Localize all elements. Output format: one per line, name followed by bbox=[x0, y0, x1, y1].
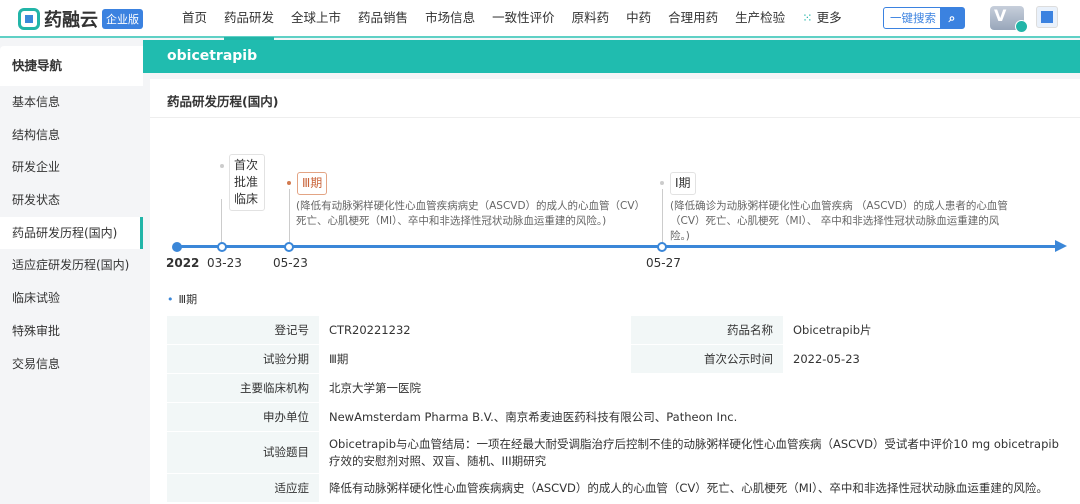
nav-sales[interactable]: 药品销售 bbox=[358, 0, 408, 38]
connector bbox=[289, 189, 290, 244]
sidebar-item-companies[interactable]: 研发企业 bbox=[0, 151, 143, 184]
vip-icon[interactable]: V bbox=[990, 6, 1024, 30]
table-row: 试验题目Obicetrapib与心血管结局：一项在经最大耐受调脂治疗后控制不佳的… bbox=[167, 432, 1080, 473]
sidebar-title: 快捷导航 bbox=[0, 46, 143, 86]
divider bbox=[150, 117, 1080, 118]
event-date: 05-23 bbox=[273, 256, 308, 270]
grid-icon: ⁙ bbox=[802, 10, 816, 25]
connector bbox=[221, 199, 222, 244]
sidebar-item-deals[interactable]: 交易信息 bbox=[0, 348, 143, 381]
arrow-icon bbox=[1055, 240, 1067, 252]
nav-global[interactable]: 全球上市 bbox=[291, 0, 341, 38]
sidebar-item-structure[interactable]: 结构信息 bbox=[0, 119, 143, 152]
section-title: 药品研发历程(国内) bbox=[167, 91, 278, 110]
table-row: 试验分期Ⅲ期 首次公示时间2022-05-23 bbox=[167, 345, 1080, 373]
timeline-dot[interactable] bbox=[284, 242, 294, 252]
nav-rational[interactable]: 合理用药 bbox=[668, 0, 718, 38]
drug-banner: obicetrapib bbox=[143, 40, 1080, 73]
sidebar-item-rd-history[interactable]: 药品研发历程(国内) bbox=[0, 217, 143, 250]
manual-icon[interactable] bbox=[1036, 6, 1058, 28]
sidebar-item-trials[interactable]: 临床试验 bbox=[0, 282, 143, 315]
event-label: Ⅲ期 bbox=[297, 172, 327, 195]
event-date: 05-27 bbox=[646, 256, 681, 270]
nav-consistency[interactable]: 一致性评价 bbox=[492, 0, 555, 38]
nav-home[interactable]: 首页 bbox=[182, 0, 207, 38]
sidebar-item-status[interactable]: 研发状态 bbox=[0, 184, 143, 217]
event-desc: (降低确诊为动脉粥样硬化性心血管疾病 （ASCVD）的成人患者的心血管（CV）死… bbox=[670, 199, 1015, 244]
edition-badge: 企业版 bbox=[102, 9, 143, 29]
bullet bbox=[220, 164, 224, 168]
event-label: Ⅰ期 bbox=[670, 172, 696, 195]
main-nav: 首页 药品研发 全球上市 药品销售 市场信息 一致性评价 原料药 中药 合理用药… bbox=[182, 0, 842, 38]
trial-detail-table: 登记号CTR20221232 药品名称Obicetrapib片 试验分期Ⅲ期 首… bbox=[167, 315, 1080, 503]
event-desc: (降低有动脉粥样硬化性心血管疾病病史（ASCVD）的成人的心血管（CV）死亡、心… bbox=[296, 199, 641, 229]
nav-api[interactable]: 原料药 bbox=[572, 0, 610, 38]
logo-text: 药融云 bbox=[44, 6, 98, 32]
sidebar-item-indication-history[interactable]: 适应症研发历程(国内) bbox=[0, 249, 143, 282]
timeline-dot[interactable] bbox=[657, 242, 667, 252]
search-icon: ⌕ bbox=[940, 8, 964, 28]
nav-market[interactable]: 市场信息 bbox=[425, 0, 475, 38]
bullet bbox=[660, 181, 664, 185]
bullet bbox=[287, 181, 291, 185]
timeline-axis bbox=[177, 245, 1062, 248]
event-date: 03-23 bbox=[207, 256, 242, 270]
reg-no[interactable]: CTR20221232 bbox=[319, 316, 631, 344]
table-row: 适应症降低有动脉粥样硬化性心血管疾病病史（ASCVD）的成人的心血管（CV）死亡… bbox=[167, 474, 1080, 502]
detail-phase-heading: Ⅲ期 bbox=[167, 291, 197, 307]
event-label: 首次批准临床 bbox=[229, 154, 265, 211]
nav-production[interactable]: 生产检验 bbox=[735, 0, 785, 38]
check-icon bbox=[1015, 20, 1028, 33]
rd-history-card: 药品研发历程(国内) 2022 03-23 首次批准临床 05-23 Ⅲ期 (降… bbox=[150, 79, 1080, 504]
table-row: 登记号CTR20221232 药品名称Obicetrapib片 bbox=[167, 316, 1080, 344]
table-row: 申办单位NewAmsterdam Pharma B.V.、南京希麦迪医药科技有限… bbox=[167, 403, 1080, 431]
timeline-start-dot bbox=[172, 242, 182, 252]
top-nav-bar: 药融云 企业版 首页 药品研发 全球上市 药品销售 市场信息 一致性评价 原料药… bbox=[0, 0, 1080, 38]
sidebar-item-special[interactable]: 特殊审批 bbox=[0, 315, 143, 348]
timeline-dot[interactable] bbox=[217, 242, 227, 252]
connector bbox=[662, 189, 663, 244]
table-row: 主要临床机构北京大学第一医院 bbox=[167, 374, 1080, 402]
nav-drug-rd[interactable]: 药品研发 bbox=[224, 0, 274, 38]
logo-icon bbox=[18, 8, 40, 30]
sidebar: 快捷导航 基本信息 结构信息 研发企业 研发状态 药品研发历程(国内) 适应症研… bbox=[0, 46, 143, 504]
logo[interactable]: 药融云 企业版 bbox=[18, 6, 143, 32]
timeline-year: 2022 bbox=[166, 256, 199, 270]
search-button[interactable]: 一键搜索⌕ bbox=[883, 7, 965, 29]
sidebar-item-basic[interactable]: 基本信息 bbox=[0, 86, 143, 119]
nav-tcm[interactable]: 中药 bbox=[626, 0, 651, 38]
nav-more[interactable]: ⁙ 更多 bbox=[802, 0, 841, 38]
